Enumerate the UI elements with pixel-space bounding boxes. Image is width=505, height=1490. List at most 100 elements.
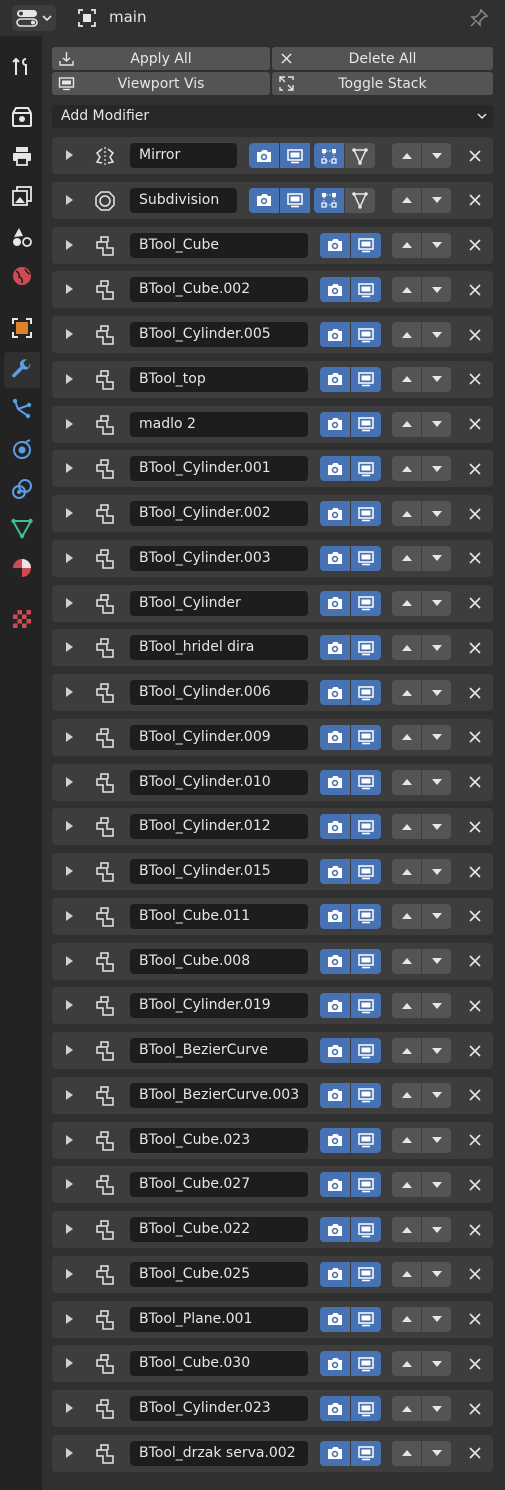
remove-modifier-button[interactable] xyxy=(464,1264,485,1285)
render-toggle[interactable] xyxy=(249,187,279,213)
viewport-toggle[interactable] xyxy=(351,635,381,661)
move-up-button[interactable] xyxy=(392,993,421,1019)
remove-modifier-button[interactable] xyxy=(464,772,485,793)
expand-toggle[interactable] xyxy=(66,687,73,697)
move-down-button[interactable] xyxy=(422,1127,451,1153)
expand-toggle[interactable] xyxy=(66,373,73,384)
move-down-button[interactable] xyxy=(422,724,451,750)
remove-modifier-button[interactable] xyxy=(464,906,485,927)
data-tab[interactable] xyxy=(4,510,40,546)
move-down-button[interactable] xyxy=(422,769,451,795)
remove-modifier-button[interactable] xyxy=(464,279,485,300)
viewport-toggle[interactable] xyxy=(351,1127,381,1153)
render-toggle[interactable] xyxy=(320,1440,350,1466)
render-toggle[interactable] xyxy=(320,680,350,705)
modifier-name-field[interactable]: BTool_Cylinder.003 xyxy=(130,545,308,571)
add-modifier-dropdown[interactable]: Add Modifier xyxy=(52,105,493,128)
expand-toggle[interactable] xyxy=(66,284,73,295)
move-up-button[interactable] xyxy=(392,769,421,795)
remove-modifier-button[interactable] xyxy=(464,861,485,882)
render-toggle[interactable] xyxy=(320,411,350,437)
move-down-button[interactable] xyxy=(422,1440,451,1466)
move-up-button[interactable] xyxy=(392,1440,421,1466)
expand-toggle[interactable] xyxy=(66,239,73,250)
viewport-toggle[interactable] xyxy=(351,1217,381,1242)
modifier-name-field[interactable]: BTool_hridel dira xyxy=(130,635,308,661)
expand-toggle[interactable] xyxy=(66,1403,73,1413)
modifier-name-field[interactable]: Mirror xyxy=(130,143,237,168)
expand-toggle[interactable] xyxy=(66,418,73,429)
modifier-name-field[interactable]: BTool_Cylinder.001 xyxy=(130,456,308,482)
apply-all-button[interactable]: Apply All xyxy=(52,47,270,70)
render-tab[interactable] xyxy=(4,99,40,135)
viewport-toggle[interactable] xyxy=(351,948,381,974)
remove-modifier-button[interactable] xyxy=(464,1398,485,1419)
expand-toggle[interactable] xyxy=(66,776,73,787)
modifiers-tab[interactable] xyxy=(4,352,40,388)
expand-toggle[interactable] xyxy=(66,866,73,876)
remove-modifier-button[interactable] xyxy=(464,190,485,211)
move-up-button[interactable] xyxy=(392,814,421,840)
move-up-button[interactable] xyxy=(392,322,421,347)
modifier-name-field[interactable]: BTool_Cylinder xyxy=(130,590,308,616)
expand-toggle[interactable] xyxy=(66,955,73,966)
move-up-button[interactable] xyxy=(392,1261,421,1287)
modifier-name-field[interactable]: BTool_Plane.001 xyxy=(130,1306,308,1332)
remove-modifier-button[interactable] xyxy=(464,593,485,614)
texture-tab[interactable] xyxy=(4,601,40,637)
move-down-button[interactable] xyxy=(422,545,451,571)
remove-modifier-button[interactable] xyxy=(464,637,485,658)
expand-toggle[interactable] xyxy=(66,1313,73,1324)
modifier-name-field[interactable]: BTool_Cube.025 xyxy=(130,1261,308,1287)
scene-tab[interactable] xyxy=(4,219,40,255)
render-toggle[interactable] xyxy=(320,1127,350,1153)
move-up-button[interactable] xyxy=(392,1127,421,1153)
move-down-button[interactable] xyxy=(422,635,451,661)
modifier-name-field[interactable]: BTool_Cube.022 xyxy=(130,1217,308,1242)
expand-toggle[interactable] xyxy=(66,463,73,474)
viewport-toggle[interactable] xyxy=(351,1306,381,1332)
expand-toggle[interactable] xyxy=(66,1134,73,1145)
remove-modifier-button[interactable] xyxy=(464,1040,485,1061)
move-up-button[interactable] xyxy=(392,635,421,661)
physics-tab[interactable] xyxy=(4,431,40,467)
move-down-button[interactable] xyxy=(422,1038,451,1063)
modifier-name-field[interactable]: BTool_BezierCurve xyxy=(130,1038,308,1063)
expand-toggle[interactable] xyxy=(66,1268,73,1279)
move-up-button[interactable] xyxy=(392,1082,421,1108)
render-toggle[interactable] xyxy=(320,1082,350,1108)
expand-toggle[interactable] xyxy=(66,731,73,742)
expand-toggle[interactable] xyxy=(66,1089,73,1100)
render-toggle[interactable] xyxy=(320,769,350,795)
render-toggle[interactable] xyxy=(320,545,350,571)
move-down-button[interactable] xyxy=(422,859,451,884)
move-up-button[interactable] xyxy=(392,501,421,526)
move-down-button[interactable] xyxy=(422,277,451,303)
expand-toggle[interactable] xyxy=(66,150,73,160)
move-up-button[interactable] xyxy=(392,1396,421,1421)
editor-type-selector[interactable] xyxy=(12,5,56,31)
remove-modifier-button[interactable] xyxy=(464,1174,485,1195)
expand-toggle[interactable] xyxy=(66,910,73,921)
view-layer-tab[interactable] xyxy=(4,178,40,214)
viewport-toggle[interactable] xyxy=(351,724,381,750)
modifier-name-field[interactable]: BTool_Cylinder.023 xyxy=(130,1396,308,1421)
expand-toggle[interactable] xyxy=(66,1045,73,1055)
viewport-toggle[interactable] xyxy=(351,1440,381,1466)
modifier-name-field[interactable]: Subdivision xyxy=(130,187,237,213)
viewport-vis-button[interactable]: Viewport Vis xyxy=(52,72,270,95)
render-toggle[interactable] xyxy=(320,232,350,258)
render-toggle[interactable] xyxy=(320,903,350,929)
move-down-button[interactable] xyxy=(422,456,451,482)
render-toggle[interactable] xyxy=(320,1172,350,1198)
viewport-toggle[interactable] xyxy=(351,322,381,347)
expand-toggle[interactable] xyxy=(66,1447,73,1458)
move-down-button[interactable] xyxy=(422,993,451,1019)
remove-modifier-button[interactable] xyxy=(464,235,485,256)
remove-modifier-button[interactable] xyxy=(464,458,485,479)
move-down-button[interactable] xyxy=(422,590,451,616)
move-up-button[interactable] xyxy=(392,1217,421,1242)
move-down-button[interactable] xyxy=(422,680,451,705)
move-up-button[interactable] xyxy=(392,366,421,392)
modifier-name-field[interactable]: BTool_Cube.027 xyxy=(130,1172,308,1198)
